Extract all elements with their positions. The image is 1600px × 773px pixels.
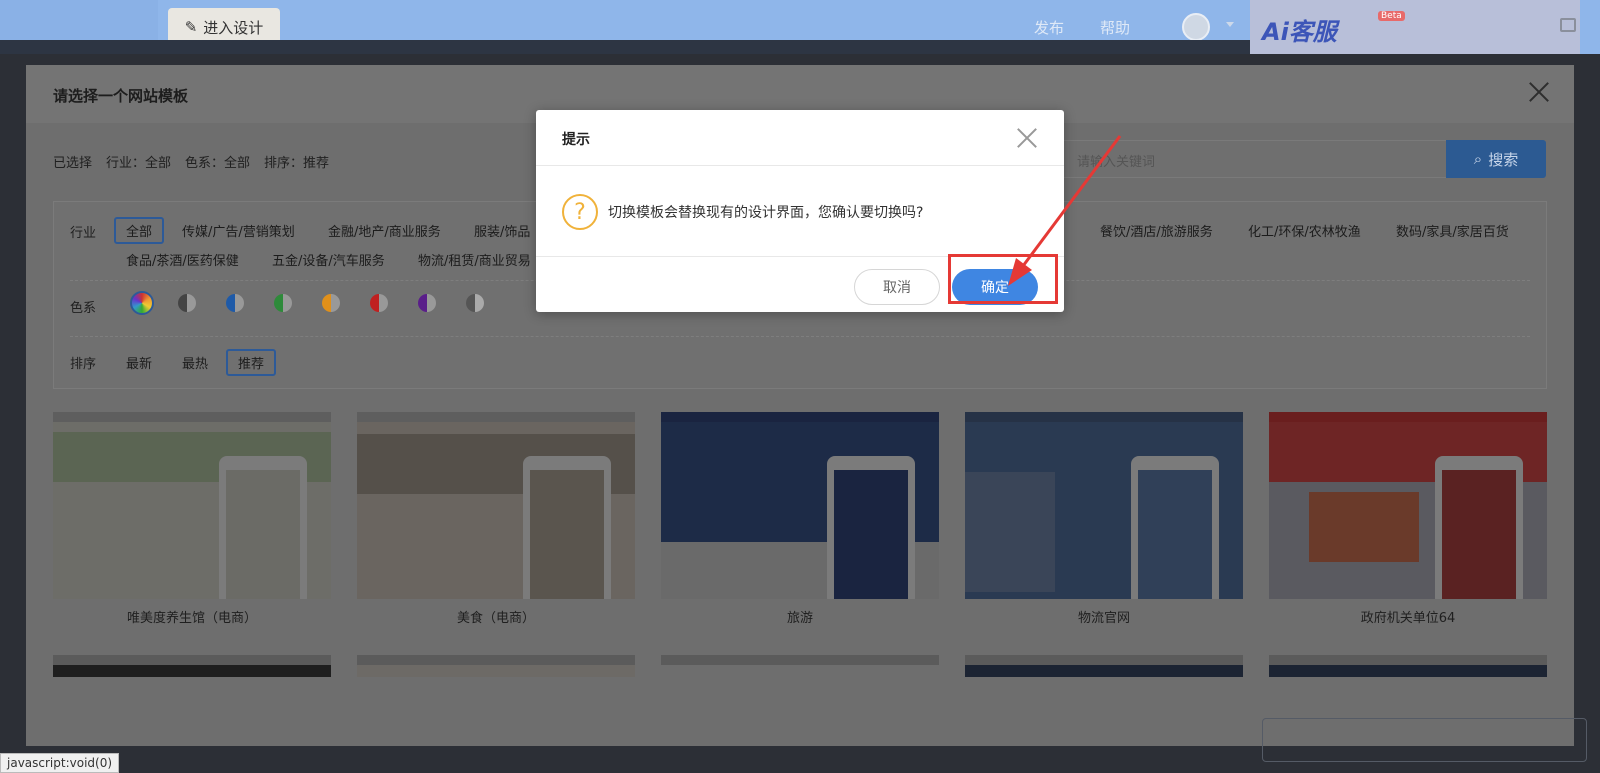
dialog-title: 请选择一个网站模板 [53,87,189,105]
phone-preview [827,456,915,599]
color-swatch-purple[interactable] [418,294,436,312]
template-card-partial[interactable] [53,655,331,677]
beta-badge: Beta [1378,11,1405,21]
industry-chip[interactable]: 物流/租赁/商业贸易 [418,250,531,269]
search-input[interactable]: 请输入关键词 [1062,140,1476,178]
template-card[interactable]: 旅游 [661,412,939,626]
template-card-partial[interactable] [1269,655,1547,677]
industry-chip[interactable]: 餐饮/酒店/旅游服务 [1100,221,1213,240]
browser-bar [965,412,1243,422]
industry-chip-all[interactable]: 全部 [114,217,165,244]
browser-bar [357,412,635,422]
template-thumbnail[interactable] [661,412,939,599]
template-thumbnail[interactable] [53,412,331,599]
template-card[interactable]: 美食（电商） [357,412,635,626]
industry-chip[interactable]: 食品/茶酒/医药保健 [126,250,239,269]
browser-bar [53,412,331,422]
color-swatch-black[interactable] [178,294,196,312]
template-name: 美食（电商） [456,611,535,626]
confirm-header [536,110,1064,166]
template-card-partial[interactable] [357,655,635,677]
phone-preview [1131,456,1219,599]
selected-industry: 行业：全部 [106,156,172,171]
bottom-right-widget [1262,718,1587,762]
phone-preview [1435,456,1523,599]
enter-design-label: 进入设计 [203,18,264,37]
template-card-partial[interactable] [965,655,1243,677]
template-name: 旅游 [786,611,813,626]
confirm-message: 切换模板会替换现有的设计界面，您确认要切换吗? [608,205,924,221]
divider [70,336,1530,337]
template-card[interactable]: 唯美度养生馆（电商） [53,412,331,626]
gift-icon[interactable] [1560,18,1576,32]
search-button[interactable]: ⌕ 搜索 [1446,140,1546,178]
question-icon: ? [562,194,598,230]
thumb-container [965,472,1055,592]
search-icon: ⌕ [1473,150,1483,168]
industry-chip[interactable]: 金融/地产/商业服务 [328,221,441,240]
close-icon[interactable] [1528,81,1550,103]
color-swatch-red[interactable] [370,294,388,312]
industry-chip[interactable]: 化工/环保/农林牧渔 [1248,221,1361,240]
template-card[interactable]: 物流官网 [965,412,1243,626]
industry-chip[interactable]: 服装/饰品 [474,221,530,240]
avatar[interactable] [1182,13,1210,41]
edit-icon: ✎ [184,18,198,36]
template-name: 唯美度养生馆（电商） [126,611,257,626]
status-bar-url: javascript:void(0) [0,753,120,773]
sort-hottest[interactable]: 最热 [182,353,208,372]
color-swatch-gray[interactable] [466,294,484,312]
phone-preview [523,456,611,599]
selected-prefix: 已选择 [53,156,93,171]
template-card-partial[interactable] [661,655,939,677]
industry-label: 行业 [70,226,97,241]
close-icon[interactable] [1016,127,1038,149]
selected-color: 色系：全部 [185,156,251,171]
template-thumbnail[interactable] [1269,412,1547,599]
template-name: 政府机关单位64 [1360,611,1456,626]
annotation-highlight-box [948,254,1058,304]
sort-recommended[interactable]: 推荐 [226,349,277,376]
color-swatch-blue[interactable] [226,294,244,312]
browser-bar [1269,412,1547,422]
selected-filters: 已选择 行业：全部 色系：全部 排序：推荐 [53,152,329,171]
logo-area [0,0,158,40]
industry-chip[interactable]: 数码/家具/家居百货 [1396,221,1509,240]
template-card[interactable]: 政府机关单位64 [1269,412,1547,626]
cancel-button[interactable]: 取消 [854,269,940,305]
industry-chip[interactable]: 五金/设备/汽车服务 [272,250,385,269]
search-placeholder: 请输入关键词 [1077,155,1156,170]
ai-service-logo[interactable]: Ai客服 [1262,12,1337,47]
confirm-title: 提示 [562,132,590,148]
color-label: 色系 [70,301,97,316]
industry-chip[interactable]: 传媒/广告/营销策划 [182,221,295,240]
browser-bar [661,412,939,422]
color-swatch-green[interactable] [274,294,292,312]
template-name: 物流官网 [1077,611,1130,626]
selected-sort: 排序：推荐 [264,156,330,171]
thumb-building [1309,492,1419,562]
sort-label: 排序 [70,357,97,372]
sort-newest[interactable]: 最新 [126,353,152,372]
template-thumbnail[interactable] [965,412,1243,599]
template-thumbnail[interactable] [357,412,635,599]
overlay-band [0,40,1250,54]
color-swatch-orange[interactable] [322,294,340,312]
search-button-label: 搜索 [1488,150,1519,169]
color-swatch-all[interactable] [130,291,154,315]
phone-preview [219,456,307,599]
chevron-down-icon[interactable] [1226,22,1234,27]
